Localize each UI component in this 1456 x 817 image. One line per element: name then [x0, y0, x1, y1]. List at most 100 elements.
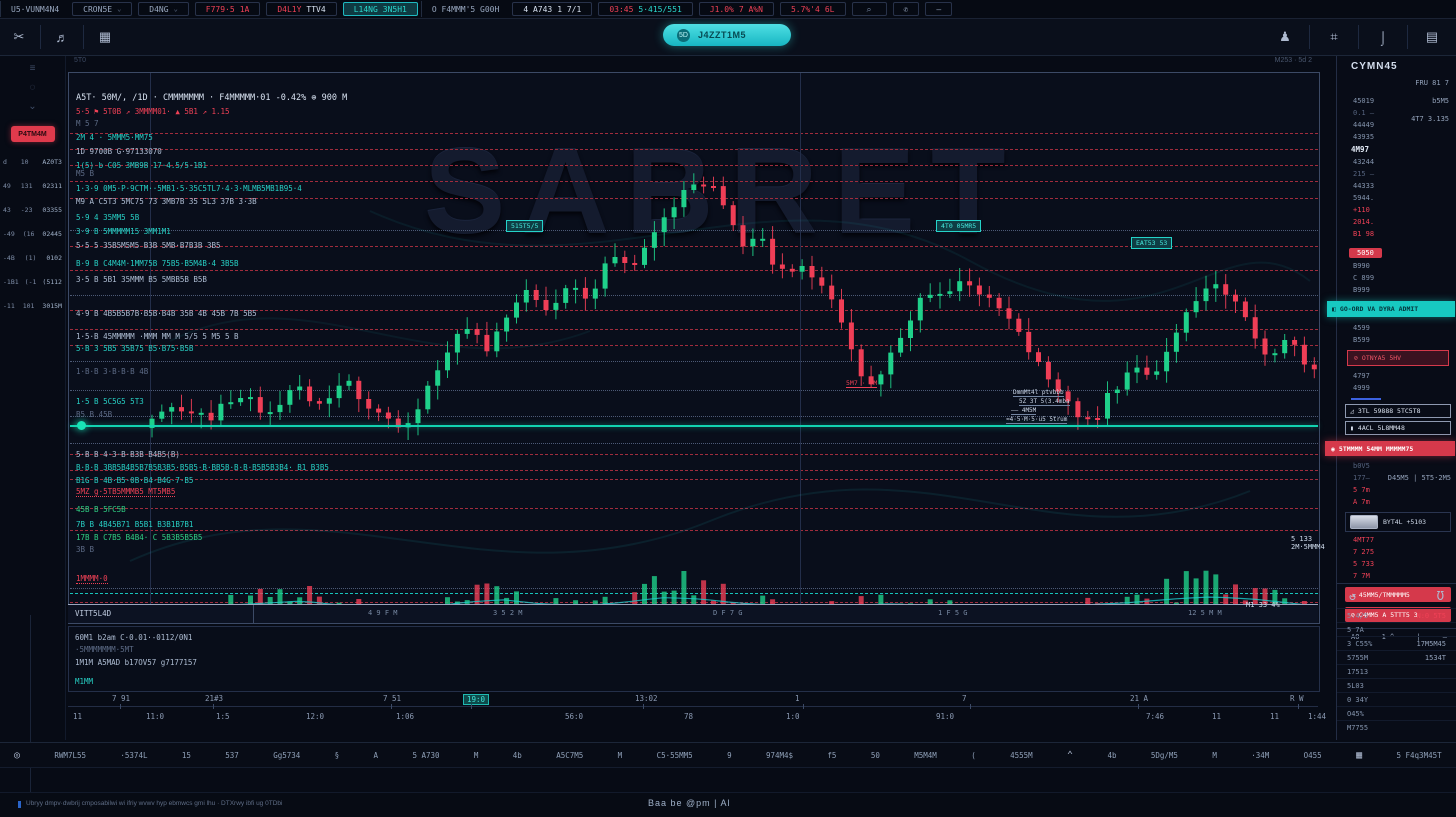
collapse-icon[interactable]: ⌄ — [0, 101, 65, 112]
grid-icon[interactable]: ▦ — [1356, 750, 1362, 761]
indicator-legend-row[interactable]: M5 B — [76, 169, 94, 178]
indicator-legend-row[interactable]: 1·5·B 45MMMMM ·MMM MM M 5/5 5 M5 5 B — [76, 332, 239, 341]
bottom-toolbar-item-11[interactable]: A5C7M5 — [556, 751, 583, 760]
subpane-legend-row[interactable]: M1MM — [75, 677, 93, 686]
bottom-toolbar-item-8[interactable]: 5 A730 — [412, 751, 439, 760]
record-icon[interactable]: ◎ — [14, 750, 20, 761]
indicator-legend-row[interactable]: 1(5) b C05 3MB9B 17·4.5/5·1B1 — [76, 161, 207, 170]
bottom-toolbar-item-5[interactable]: Gg5734 — [273, 751, 300, 760]
indicator-legend-row[interactable]: 45B B 5FC5B — [76, 505, 126, 514]
ticker-cell-9[interactable]: J1.0%7 A%N — [699, 2, 774, 16]
bottom-toolbar-item-12[interactable]: M — [618, 751, 623, 760]
menu-icon[interactable]: ≡ — [0, 63, 65, 74]
x-tick-label[interactable]: 12:0 — [306, 712, 324, 721]
x-tick-label[interactable]: 19:0 — [463, 694, 489, 705]
subpane-legend-row[interactable]: 60M1 b2am C·0.01·-0112/0N1 — [75, 633, 192, 642]
x-tick-label[interactable]: 13:02 — [635, 694, 658, 703]
x-tick-label[interactable]: 1:5 — [216, 712, 230, 721]
indicator-legend-row[interactable]: B·9 B C4M4M·1MM75B 75B5·B5M4B·4 3B5B — [76, 259, 239, 268]
ticker-cell-5[interactable]: L14NG3N5H1 — [343, 2, 418, 16]
x-tick-label[interactable]: 56:0 — [565, 712, 583, 721]
ticker-cell-7[interactable]: 4 A7431 7/1 — [512, 2, 592, 16]
minimize-icon[interactable]: — — [925, 2, 952, 16]
bottom-toolbar-item-6[interactable]: § — [335, 751, 340, 760]
bottom-toolbar-item-23[interactable]: 5Dg/M5 — [1151, 751, 1178, 760]
indicator-legend-row[interactable]: 5·5 ⚑ 5T0B ↗ 3MMMM01· ▲ 5B1 ↗ 1.15 — [76, 107, 230, 116]
x-tick-label[interactable]: 11 — [1212, 712, 1221, 721]
active-price-level-line[interactable] — [70, 425, 1318, 427]
chart-canvas[interactable]: SABRET A5T· 50M/, /1D · CMMMMMMM · F4MMM… — [68, 72, 1320, 624]
panel-option-box[interactable]: ▮4ACL 5L8MM48 — [1345, 421, 1451, 435]
bottom-toolbar-item-3[interactable]: 15 — [182, 751, 191, 760]
indicator-legend-row[interactable]: 2M 4 · 5MMM5·MM75 — [76, 133, 153, 142]
buy-order-button[interactable]: ◧GO-ORD VA DYRA ADMIT — [1327, 301, 1455, 317]
bottom-toolbar-item-25[interactable]: ·34M — [1251, 751, 1269, 760]
indicator-legend-row[interactable]: A5T· 50M/, /1D · CMMMMMMM · F4MMMMM·01 -… — [76, 93, 347, 103]
collapse-caret-icon[interactable]: ⌃ — [1067, 750, 1073, 761]
indicator-legend-row[interactable]: 4·9 B 4B5B5B7B·B5B·B4B 35B 4B 45B 7B 5B5 — [76, 309, 257, 318]
bottom-toolbar-item-22[interactable]: 4b — [1107, 751, 1116, 760]
x-tick-label[interactable]: 1:06 — [396, 712, 414, 721]
bottom-toolbar-item-13[interactable]: C5·55MM5 — [657, 751, 693, 760]
indicator-legend-row[interactable]: 1·B·B 3·B·B·B 4B — [76, 367, 148, 376]
layout-grid-icon[interactable]: ⌗ — [1316, 29, 1352, 45]
indicator-legend-row[interactable]: 7B B 4B45B71 B5B1 B3B1B7B1 — [76, 520, 193, 529]
bottom-toolbar-item-10[interactable]: 4b — [513, 751, 522, 760]
indicator-legend-row[interactable]: 5·B B 4·3·B·B3B B4B5(B) — [76, 450, 180, 459]
ticker-cell-2[interactable]: D4NG⌄ — [138, 2, 188, 16]
indicator-legend-row[interactable]: M9 A C5T3 5MC75 73 3MB7B 35 5L3 37B 3·3B — [76, 197, 257, 206]
x-tick-label[interactable]: 7 91 — [112, 694, 130, 703]
indicator-legend-row[interactable]: M 5 7 — [76, 119, 99, 128]
x-tick-label[interactable]: 7 — [962, 694, 967, 703]
x-tick-label[interactable]: 11 — [1270, 712, 1279, 721]
bottom-toolbar-item-7[interactable]: A — [374, 751, 379, 760]
risk-warning-button[interactable]: ◉5TMMMM 54MM MMMMM75 — [1325, 441, 1455, 456]
x-tick-label[interactable]: 11 — [73, 712, 82, 721]
bottom-toolbar-item-9[interactable]: M — [474, 751, 479, 760]
indicator-legend-row[interactable]: 5·5 5 35B5M5M5 B3B 5MB·B7B3B 3B5 — [76, 241, 221, 250]
bottom-toolbar-item-14[interactable]: 9 — [727, 751, 732, 760]
indicator-legend-row[interactable]: 5MZ g·5TB5MMMB5 MT5MB5 — [76, 487, 175, 497]
indicator-legend-row[interactable]: 5·9 4 35MM5 5B — [76, 213, 139, 222]
bottom-toolbar-item-2[interactable]: ·5374L — [120, 751, 147, 760]
chart-region[interactable]: 5T0 M253 · 5d 2 SABRET A5T· 50M/, /1D · … — [68, 55, 1320, 745]
x-tick-label[interactable]: 78 — [684, 712, 693, 721]
subpane-legend-row[interactable]: ·5MMMMMMM·5MT — [75, 645, 134, 654]
bottom-toolbar-item-26[interactable]: O455 — [1304, 751, 1322, 760]
save-layout-icon[interactable]: ▤ — [1414, 29, 1450, 45]
ticker-cell-6[interactable]: O F4MMM'5 G00H — [421, 1, 509, 17]
ticker-cell-4[interactable]: D4L1YTTV4 — [266, 2, 336, 16]
indicator-subpane[interactable]: 60M1 b2am C·0.01·-0112/0N1 ·5MMMMMMM·5MT 1… — [68, 626, 1320, 692]
indicator-legend-row[interactable]: 1D 9700B G·97133070 — [76, 147, 162, 156]
ticker-search-box[interactable]: ⌕ — [852, 2, 887, 16]
bottom-toolbar-item-1[interactable]: RWM7L55 — [54, 751, 86, 760]
subpane-legend-row[interactable]: 1M1M A5MAD b17OV57 g7177157 — [75, 658, 197, 667]
drawing-tool-icon[interactable]: ♬ — [47, 30, 77, 45]
bottom-toolbar-item-18[interactable]: M5M4M — [914, 751, 937, 760]
bottom-toolbar-item-24[interactable]: M — [1212, 751, 1217, 760]
indicator-legend-row[interactable]: B5 B 45B — [76, 410, 112, 419]
bottom-toolbar-item-20[interactable]: 4555M — [1010, 751, 1033, 760]
x-tick-label[interactable]: 91:0 — [936, 712, 954, 721]
panel-option-box[interactable]: ◿3TL 59888 5TC5T8 — [1345, 404, 1451, 418]
indicator-legend-row[interactable]: 3B B — [76, 545, 94, 554]
x-tick-label[interactable]: 11:0 — [146, 712, 164, 721]
x-tick-label[interactable]: 1:0 — [786, 712, 800, 721]
x-tick-label[interactable]: 21#3 — [205, 694, 223, 703]
indicator-legend-row[interactable]: 5·B 3 5B5 35B75 B5·B75·B5B — [76, 344, 193, 353]
ticker-cell-8[interactable]: 03:455·415/551 — [598, 2, 692, 16]
indicator-legend-row[interactable]: 3·9 B 5MMMMM15 3MM1M1 — [76, 227, 171, 236]
indicator-legend-row[interactable]: B1G B 4B·B5·0B·B4·B4G·7·B5 — [76, 476, 193, 485]
hook-tool-icon[interactable]: ⌡ — [1365, 30, 1401, 45]
bottom-toolbar-item-17[interactable]: 50 — [871, 751, 880, 760]
indicator-legend-row[interactable]: 1·3·9 0M5·P·9CTM··5MB1·5·35C5TL7·4·3·MLM… — [76, 184, 302, 193]
bottom-toolbar-item-19[interactable]: ( — [971, 751, 976, 760]
indicator-legend-row[interactable]: 17B B C7B5 B4B4· C 5B3B5B5B5 — [76, 533, 202, 542]
ticker-cell-3[interactable]: F779·51A — [195, 2, 261, 16]
x-tick-label[interactable]: R W — [1290, 694, 1304, 703]
x-tick-label[interactable]: 1 — [795, 694, 800, 703]
bottom-toolbar-item-16[interactable]: f5 — [827, 751, 836, 760]
bottom-toolbar-item-28[interactable]: 5 F4q3M45T — [1396, 751, 1441, 760]
sell-order-button[interactable]: ⊘OTNYA5 5HV — [1347, 350, 1449, 366]
indicator-legend-row[interactable]: 1MMMM·0 — [76, 574, 108, 584]
